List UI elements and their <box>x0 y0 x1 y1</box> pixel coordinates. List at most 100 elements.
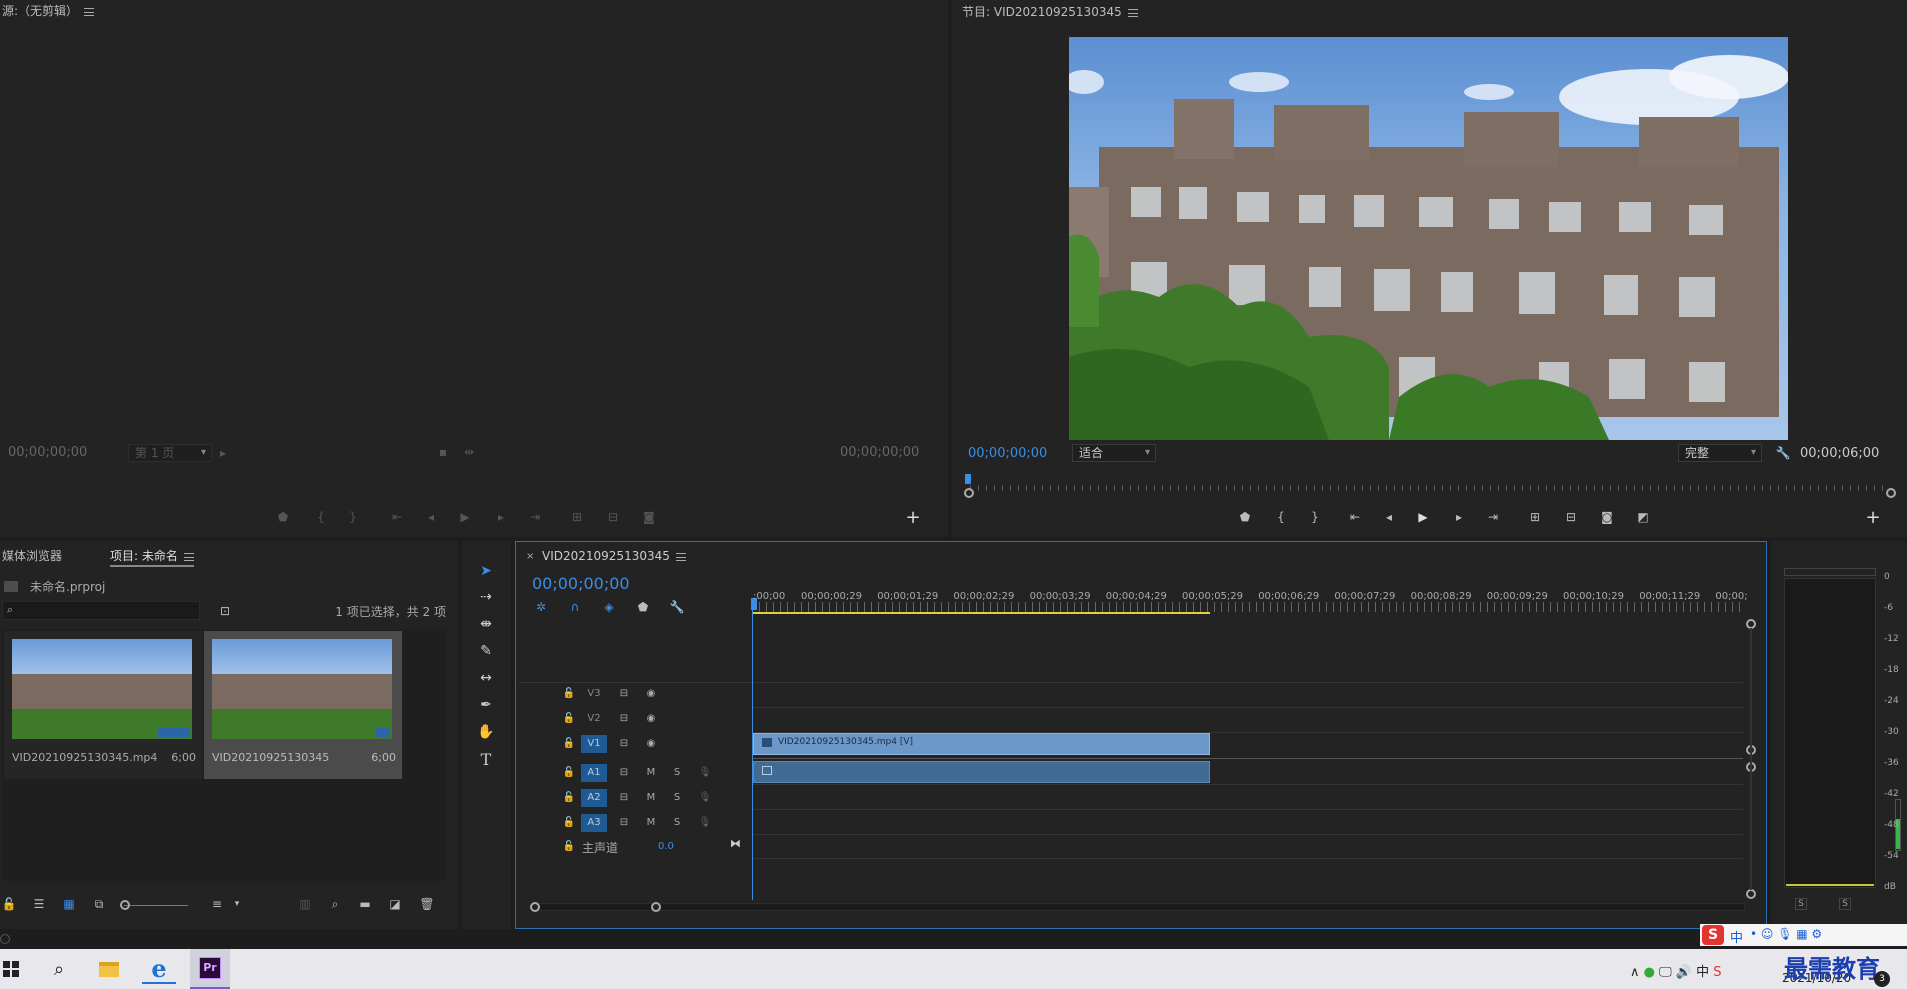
program-panel-title[interactable]: 节目: VID20210925130345 <box>962 3 1138 20</box>
timeline-timecode[interactable]: 00;00;00;00 <box>532 574 630 593</box>
microphone-icon[interactable]: 🎙 <box>698 792 712 803</box>
camera-icon[interactable]: ◙ <box>1598 508 1616 526</box>
go-to-out-icon[interactable]: ⇥ <box>526 508 544 526</box>
lock-icon[interactable]: 🔓 <box>0 895 18 913</box>
tab-project[interactable]: 项目: 未命名 <box>110 547 194 567</box>
sync-lock-icon[interactable]: ⊟ <box>617 817 631 828</box>
list-view-icon[interactable]: ☰ <box>30 895 48 913</box>
selection-tool-icon[interactable]: ➤ <box>474 561 498 581</box>
close-tab-icon[interactable]: × <box>526 551 534 562</box>
play-icon[interactable]: ▶ <box>1414 508 1432 526</box>
eye-icon[interactable]: ◉ <box>644 738 658 749</box>
razor-icon[interactable]: ✎ <box>474 641 498 661</box>
lock-track-icon[interactable]: 🔓 <box>562 688 576 699</box>
track-label-v3[interactable]: V3 <box>581 685 607 703</box>
linked-selection-icon[interactable]: ◈ <box>600 598 618 616</box>
step-forward-icon[interactable]: ▸ <box>492 508 510 526</box>
premiere-taskbar-button[interactable]: Pr <box>190 949 230 989</box>
sync-lock-icon[interactable]: ⊟ <box>617 738 631 749</box>
project-item-selected[interactable]: VID20210925130345 6;00 <box>204 631 402 779</box>
page-select[interactable]: 第 1 页 <box>128 444 212 462</box>
tab-media-browser[interactable]: 媒体浏览器 <box>2 547 62 564</box>
sync-lock-icon[interactable]: ⊟ <box>617 688 631 699</box>
track-label-a1[interactable]: A1 <box>581 764 607 782</box>
track-label-v2[interactable]: V2 <box>581 710 607 728</box>
track-label-v1[interactable]: V1 <box>581 735 607 753</box>
sequence-tab[interactable]: VID20210925130345 <box>542 549 686 563</box>
solo-left-button[interactable]: S <box>1795 898 1807 910</box>
freeform-view-icon[interactable]: ⧉ <box>90 895 108 913</box>
work-area-bar[interactable] <box>752 612 1210 614</box>
source-panel-title[interactable]: 源:（无剪辑） <box>2 2 95 19</box>
snap-magnet-icon[interactable]: ∩ <box>566 598 584 616</box>
settings-square-icon[interactable]: ▪ <box>434 443 452 461</box>
nest-icon[interactable]: ✲ <box>532 598 550 616</box>
ime-toolbar[interactable]: S 中 • ☺ 🎙 ▦ ⚙ <box>1700 924 1907 946</box>
track-select-icon[interactable]: ⇢ <box>474 587 498 607</box>
solo-button[interactable]: S <box>670 817 684 828</box>
find-icon[interactable]: ⌕ <box>326 895 344 913</box>
solo-button[interactable]: S <box>670 767 684 778</box>
vertical-scroll-handle[interactable] <box>1746 889 1756 899</box>
play-icon[interactable]: ▶ <box>456 508 474 526</box>
sync-lock-icon[interactable]: ⊟ <box>617 767 631 778</box>
vertical-scrollbar[interactable] <box>1750 628 1752 890</box>
insert-icon[interactable]: ⊞ <box>568 508 586 526</box>
go-to-in-icon[interactable]: ⇤ <box>388 508 406 526</box>
lock-track-icon[interactable]: 🔓 <box>562 738 576 749</box>
scrub-start-handle[interactable] <box>964 488 974 498</box>
type-tool-icon[interactable]: T <box>474 749 498 769</box>
time-ruler[interactable] <box>752 602 1744 612</box>
lock-track-icon[interactable]: 🔓 <box>562 792 576 803</box>
wrench-icon[interactable]: 🔧 <box>1774 444 1792 462</box>
program-playhead-marker[interactable] <box>965 474 971 484</box>
mark-out-icon[interactable]: } <box>344 508 362 526</box>
trash-icon[interactable]: 🗑 <box>418 895 436 913</box>
master-volume-value[interactable]: 0.0 <box>658 841 674 852</box>
mute-button[interactable]: M <box>644 767 658 778</box>
edge-browser-icon[interactable]: e <box>142 954 176 984</box>
pen-tool-icon[interactable]: ✒ <box>474 695 498 715</box>
video-clip[interactable]: VID20210925130345.mp4 [V] <box>753 733 1210 755</box>
extract-icon[interactable]: ⊟ <box>1562 508 1580 526</box>
sync-lock-icon[interactable]: ⊟ <box>617 792 631 803</box>
notification-badge[interactable]: 3 <box>1874 971 1890 987</box>
sync-lock-icon[interactable]: ⊟ <box>617 713 631 724</box>
comparison-icon[interactable]: ◩ <box>1634 508 1652 526</box>
step-forward-icon[interactable]: ▸ <box>1450 508 1468 526</box>
mark-out-icon[interactable]: } <box>1306 508 1324 526</box>
microphone-icon[interactable]: 🎙 <box>698 767 712 778</box>
program-timecode-current[interactable]: 00;00;00;00 <box>968 446 1047 461</box>
fit-select[interactable]: 适合 <box>1072 444 1156 462</box>
drag-icon[interactable]: ⇹ <box>460 443 478 461</box>
search-input[interactable]: ⌕ <box>2 601 200 620</box>
horizontal-scrollbar[interactable] <box>535 903 1745 911</box>
new-item-icon[interactable]: ◪ <box>386 895 404 913</box>
eye-icon[interactable]: ◉ <box>644 713 658 724</box>
eye-icon[interactable]: ◉ <box>644 688 658 699</box>
settings-wrench-icon[interactable]: 🔧 <box>668 598 686 616</box>
go-to-end-icon[interactable]: ⧓ <box>730 837 741 850</box>
solo-button[interactable]: S <box>670 792 684 803</box>
source-timecode-in[interactable]: 00;00;00;00 <box>8 445 87 460</box>
microphone-icon[interactable]: 🎙 <box>698 817 712 828</box>
add-button-icon[interactable]: + <box>1864 507 1882 528</box>
chevron-down-icon[interactable]: ▾ <box>228 895 246 913</box>
search-icon[interactable]: ⌕ <box>44 954 74 984</box>
track-label-a3[interactable]: A3 <box>581 814 607 832</box>
lift-icon[interactable]: ⊞ <box>1526 508 1544 526</box>
ime-icons[interactable]: • ☺ 🎙 ▦ ⚙ <box>1750 927 1822 941</box>
hand-tool-icon[interactable]: ✋ <box>474 722 498 742</box>
panel-menu-icon[interactable] <box>675 552 686 561</box>
marker-icon[interactable]: ⬟ <box>274 508 292 526</box>
scrub-end-handle[interactable] <box>1886 488 1896 498</box>
file-explorer-icon[interactable] <box>94 954 124 984</box>
windows-start-icon[interactable] <box>0 957 22 981</box>
mute-button[interactable]: M <box>644 792 658 803</box>
lock-track-icon[interactable]: 🔓 <box>562 767 576 778</box>
add-marker-icon[interactable]: ⬟ <box>634 598 652 616</box>
zoom-slider[interactable] <box>124 905 188 906</box>
new-bin-icon[interactable]: ▬ <box>356 895 374 913</box>
icon-view-icon[interactable]: ▦ <box>60 895 78 913</box>
program-video-frame[interactable] <box>1069 37 1788 440</box>
